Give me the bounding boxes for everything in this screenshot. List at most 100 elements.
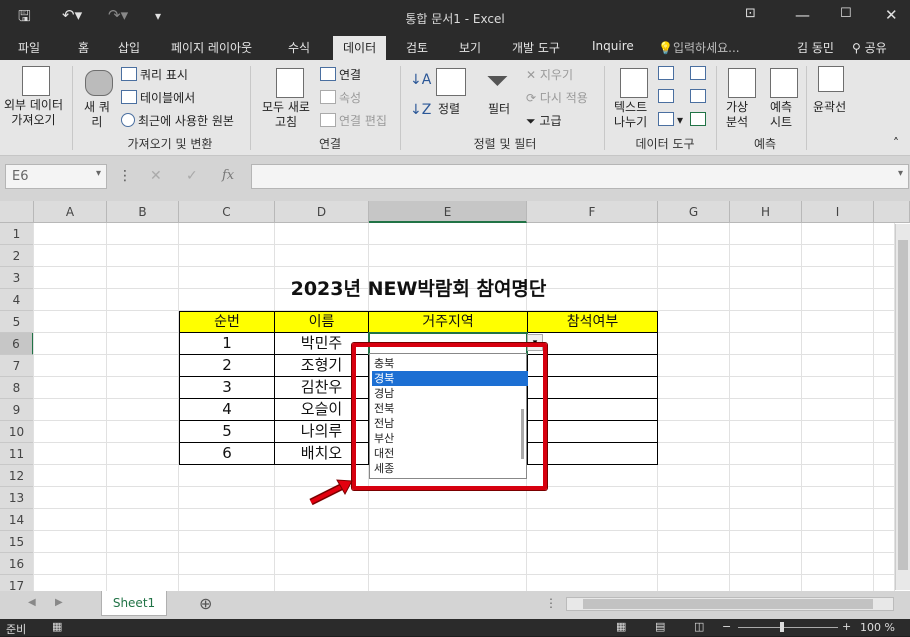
forecast-sheet-button[interactable]: 예측 시트: [770, 100, 792, 130]
zoom-slider[interactable]: [738, 627, 838, 628]
relationships-icon[interactable]: [690, 89, 709, 104]
row-header-14[interactable]: 14: [0, 509, 34, 531]
enter-icon[interactable]: ✓: [186, 168, 198, 184]
row-header-8[interactable]: 8: [0, 377, 34, 399]
vertical-scrollbar[interactable]: [895, 224, 910, 590]
from-table-button[interactable]: 테이블에서: [121, 89, 195, 106]
minimize-icon[interactable]: —: [795, 6, 810, 24]
tab-insert[interactable]: 삽입: [118, 39, 140, 56]
sort-ascending-icon[interactable]: ↓A: [410, 72, 431, 88]
column-header-a[interactable]: A: [34, 201, 107, 223]
sheet-title[interactable]: 2023년 NEW박람회 참여명단: [179, 267, 658, 311]
header-name[interactable]: 이름: [274, 311, 369, 333]
tab-file[interactable]: 파일: [18, 39, 40, 56]
select-all-corner[interactable]: [0, 201, 34, 223]
data-validation-icon[interactable]: ▾: [658, 112, 683, 127]
tab-formulas[interactable]: 수식: [288, 39, 310, 56]
cell-number[interactable]: 4: [179, 398, 275, 421]
row-header-1[interactable]: 1: [0, 223, 34, 245]
external-data-button[interactable]: 외부 데이터 가져오기: [4, 98, 63, 128]
edit-links-button[interactable]: 연결 편집: [320, 112, 387, 129]
scrollbar-thumb[interactable]: [583, 599, 873, 609]
column-header-f[interactable]: F: [527, 201, 658, 223]
sort-button[interactable]: 정렬: [438, 100, 460, 117]
properties-button[interactable]: 속성: [320, 89, 361, 106]
clear-button[interactable]: ✕ 지우기: [526, 66, 573, 83]
tab-review[interactable]: 검토: [406, 39, 428, 56]
page-layout-view-icon[interactable]: ▤: [655, 620, 665, 633]
header-number[interactable]: 순번: [179, 311, 275, 333]
row-header-16[interactable]: 16: [0, 553, 34, 575]
column-header-h[interactable]: H: [730, 201, 802, 223]
column-header-j[interactable]: [874, 201, 910, 223]
formula-input[interactable]: ▾: [251, 164, 909, 189]
cell-number[interactable]: 5: [179, 420, 275, 443]
consolidate-icon[interactable]: [690, 66, 709, 81]
manage-data-model-icon[interactable]: [690, 112, 709, 127]
zoom-level[interactable]: 100 %: [860, 621, 895, 634]
normal-view-icon[interactable]: ▦: [616, 620, 626, 633]
new-query-button[interactable]: 새 쿼 리: [84, 100, 110, 130]
show-query-button[interactable]: 쿼리 표시: [121, 66, 188, 83]
row-header-6[interactable]: 6: [0, 333, 34, 355]
row-header-7[interactable]: 7: [0, 355, 34, 377]
row-header-2[interactable]: 2: [0, 245, 34, 267]
connections-button[interactable]: 연결: [320, 66, 361, 83]
refresh-all-button[interactable]: 모두 새로 고침: [262, 100, 310, 130]
tab-developer[interactable]: 개발 도구: [512, 39, 560, 56]
row-header-15[interactable]: 15: [0, 531, 34, 553]
zoom-out-icon[interactable]: −: [722, 620, 731, 633]
outline-button[interactable]: 윤곽선: [813, 98, 846, 115]
page-break-view-icon[interactable]: ◫: [694, 620, 704, 633]
row-header-9[interactable]: 9: [0, 399, 34, 421]
scroll-left-icon[interactable]: ◀: [28, 597, 36, 608]
cancel-icon[interactable]: ✕: [150, 168, 162, 184]
row-header-13[interactable]: 13: [0, 487, 34, 509]
zoom-slider-handle[interactable]: [780, 622, 784, 632]
ribbon-display-icon[interactable]: ⊡: [745, 6, 756, 21]
advanced-button[interactable]: ⏷ 고급: [526, 112, 562, 129]
maximize-icon[interactable]: ☐: [840, 6, 852, 21]
name-box[interactable]: E6 ▾: [5, 164, 107, 189]
share-button[interactable]: ⚲ 공유: [852, 39, 887, 56]
user-name[interactable]: 김 동민: [797, 39, 834, 56]
row-header-3[interactable]: 3: [0, 267, 34, 289]
tab-inquire[interactable]: Inquire: [592, 39, 634, 53]
column-header-i[interactable]: I: [802, 201, 874, 223]
collapse-ribbon-icon[interactable]: ˄: [893, 136, 899, 150]
tell-me-box[interactable]: 💡입력하세요...: [658, 39, 740, 56]
tab-data[interactable]: 데이터: [333, 36, 387, 60]
header-region[interactable]: 거주지역: [368, 311, 528, 333]
tab-home[interactable]: 홈: [78, 39, 89, 56]
row-header-5[interactable]: 5: [0, 311, 34, 333]
sheet-tab-sheet1[interactable]: Sheet1: [101, 591, 167, 616]
add-sheet-icon[interactable]: ⊕: [199, 594, 212, 613]
remove-duplicates-icon[interactable]: [658, 89, 677, 104]
what-if-button[interactable]: 가상 분석: [726, 100, 748, 130]
filter-button[interactable]: 필터: [488, 100, 510, 117]
column-header-e[interactable]: E: [369, 201, 527, 223]
row-header-11[interactable]: 11: [0, 443, 34, 465]
flash-fill-icon[interactable]: [658, 66, 677, 81]
row-header-10[interactable]: 10: [0, 421, 34, 443]
scroll-right-icon[interactable]: ▶: [55, 597, 63, 608]
tab-view[interactable]: 보기: [459, 39, 481, 56]
macro-record-icon[interactable]: ▦: [52, 620, 62, 633]
horizontal-scrollbar[interactable]: [566, 597, 894, 611]
more-options-icon[interactable]: ⋮: [118, 168, 132, 184]
row-header-12[interactable]: 12: [0, 465, 34, 487]
text-to-columns-button[interactable]: 텍스트 나누기: [614, 100, 647, 130]
insert-function-icon[interactable]: fx: [222, 168, 234, 183]
sort-descending-icon[interactable]: ↓Z: [410, 102, 431, 118]
cell-number[interactable]: 1: [179, 332, 275, 355]
reapply-button[interactable]: ⟳ 다시 적용: [526, 89, 588, 106]
column-header-d[interactable]: D: [275, 201, 369, 223]
zoom-in-icon[interactable]: +: [842, 620, 851, 633]
column-header-g[interactable]: G: [658, 201, 730, 223]
vertical-scrollbar-thumb[interactable]: [898, 240, 908, 570]
cell-number[interactable]: 2: [179, 354, 275, 377]
cell-number[interactable]: 3: [179, 376, 275, 399]
row-header-4[interactable]: 4: [0, 289, 34, 311]
column-header-b[interactable]: B: [107, 201, 179, 223]
close-icon[interactable]: ✕: [885, 6, 898, 24]
